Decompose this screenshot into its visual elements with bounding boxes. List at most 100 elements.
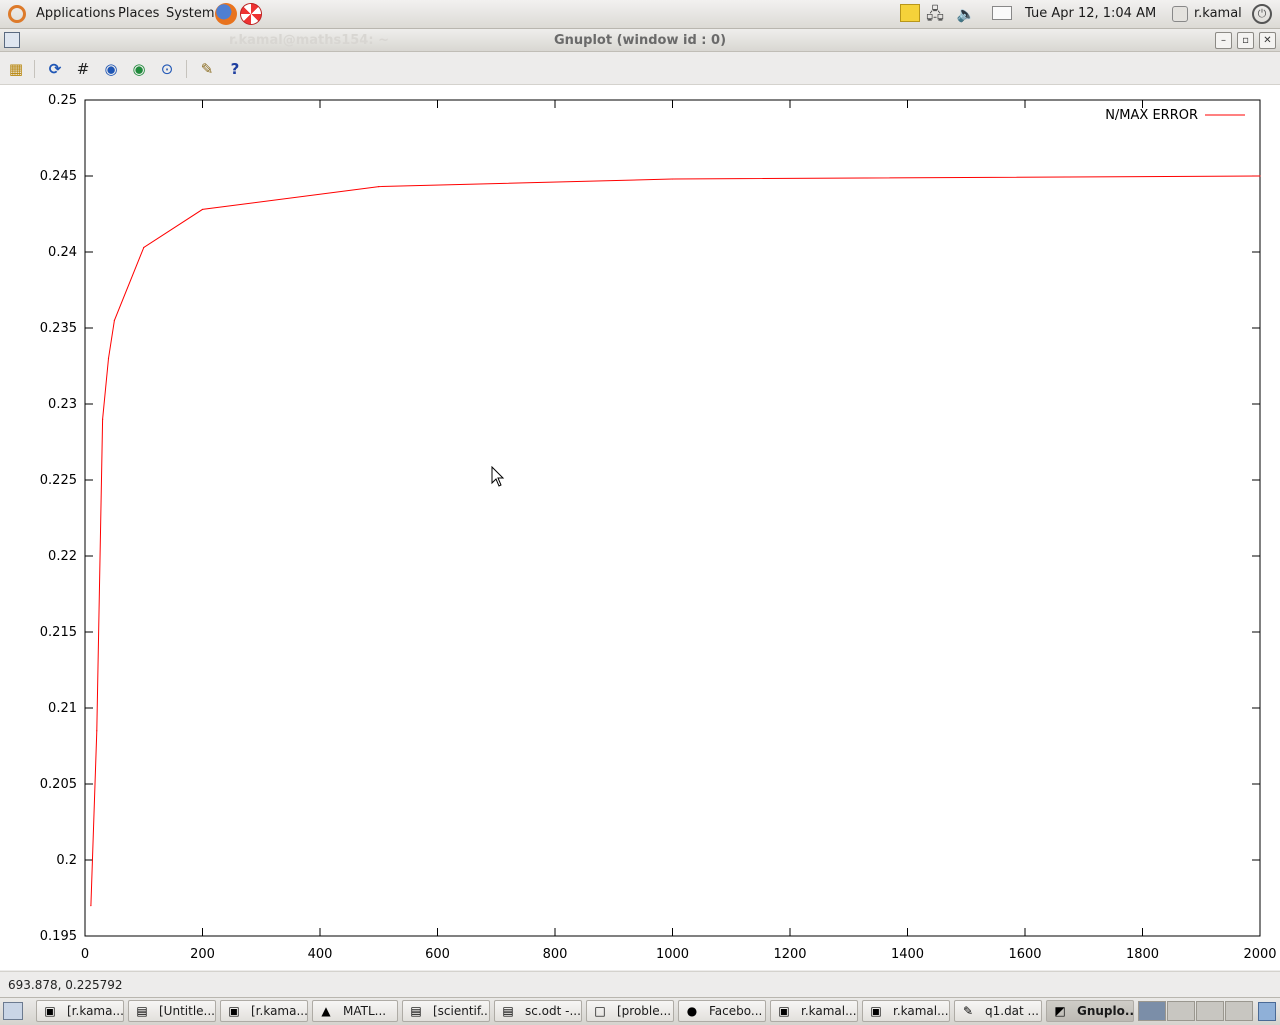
volume-icon[interactable]: 🔈: [956, 4, 976, 24]
show-desktop-icon[interactable]: [3, 1002, 23, 1020]
close-button[interactable]: ✕: [1259, 32, 1276, 49]
y-tick-label: 0.235: [40, 321, 77, 336]
window-title: Gnuplot (window id : 0): [553, 33, 727, 48]
data-point: [90, 905, 92, 907]
workspace-3[interactable]: [1196, 1001, 1224, 1021]
document-icon: ▤: [136, 1004, 148, 1018]
network-icon[interactable]: 🖧: [924, 3, 946, 25]
taskbar-button-label: Facebo...: [709, 1004, 763, 1018]
data-point: [1259, 175, 1261, 177]
plot-canvas[interactable]: 0.195 0.2 0.205 0.21 0.215 0.22 0.225 0.23 0.235…: [0, 85, 1280, 970]
taskbar-button[interactable]: ▤ [Untitle...: [128, 1000, 216, 1022]
taskbar-button[interactable]: ▣ [r.kama...: [220, 1000, 308, 1022]
mouse-coordinates: 693.878, 0.225792: [8, 978, 123, 992]
bottom-taskbar: ▣ [r.kama... ▤ [Untitle... ▣ [r.kama... ▲ MATL.…: [0, 997, 1280, 1025]
status-bar: 693.878, 0.225792: [0, 971, 1280, 997]
taskbar-button-label: [Untitle...: [159, 1004, 215, 1018]
clock[interactable]: Tue Apr 12, 1:04 AM: [1025, 6, 1156, 21]
x-tick-label: 1000: [656, 947, 689, 962]
replot-icon[interactable]: ⟳: [45, 59, 65, 79]
taskbar-button-label: r.kamal...: [801, 1004, 857, 1018]
taskbar-button[interactable]: ● Facebo...: [678, 1000, 766, 1022]
plot-border: [84, 99, 1261, 937]
user-name[interactable]: r.kamal: [1194, 6, 1242, 21]
zoom-previous-icon[interactable]: ◉: [101, 59, 121, 79]
top-panel: Applications Places System 🖧 🔈 Tue Apr 1…: [0, 0, 1280, 29]
gnuplot-icon: ◩: [1054, 1004, 1066, 1018]
x-tick-label: 400: [308, 947, 333, 962]
copy-to-clipboard-icon[interactable]: ▦: [6, 59, 26, 79]
places-menu[interactable]: Places: [118, 6, 159, 21]
x-tick-label: 1400: [891, 947, 924, 962]
power-icon[interactable]: ⏻: [1252, 4, 1272, 24]
y-tick-label: 0.245: [40, 169, 77, 184]
y-tick-label: 0.24: [48, 245, 77, 260]
x-tick-label: 600: [425, 947, 450, 962]
toolbar-separator: [34, 60, 35, 78]
taskbar-button[interactable]: □ [proble...: [586, 1000, 674, 1022]
blank-document-icon: □: [594, 1004, 606, 1018]
mail-icon[interactable]: [992, 6, 1012, 20]
taskbar-button-label: [r.kama...: [67, 1004, 124, 1018]
trash-icon[interactable]: [1258, 1002, 1276, 1021]
taskbar-button[interactable]: ▲ MATL...: [312, 1000, 398, 1022]
matlab-icon: ▲: [321, 1004, 331, 1018]
y-tick-label: 0.205: [40, 777, 77, 792]
workspace-2[interactable]: [1167, 1001, 1195, 1021]
toolbar-separator: [186, 60, 187, 78]
mouse-cursor-icon: [491, 466, 505, 487]
taskbar-button[interactable]: ◩ Gnuplo...: [1046, 1000, 1134, 1022]
taskbar-button[interactable]: ▣ r.kamal...: [770, 1000, 858, 1022]
taskbar-button-label: r.kamal...: [893, 1004, 949, 1018]
grid-icon[interactable]: #: [73, 59, 93, 79]
firefox-icon: ●: [686, 1004, 698, 1018]
system-menu[interactable]: System: [166, 6, 214, 21]
taskbar-button[interactable]: ▤ [scientif...: [402, 1000, 490, 1022]
help-icon[interactable]: ?: [225, 59, 245, 79]
data-point: [143, 246, 145, 249]
data-point: [102, 418, 104, 420]
terminal-icon: ▣: [778, 1004, 790, 1018]
taskbar-button-label: q1.dat ...: [985, 1004, 1039, 1018]
data-point: [378, 186, 380, 188]
y-tick-label: 0.195: [40, 929, 77, 944]
workspace-4[interactable]: [1225, 1001, 1253, 1021]
help-launcher-icon[interactable]: [240, 3, 262, 25]
data-point: [113, 319, 115, 321]
y-tick-label: 0.225: [40, 473, 77, 488]
y-tick-label: 0.2: [56, 853, 77, 868]
terminal-icon: ▣: [228, 1004, 240, 1018]
options-icon[interactable]: ✎: [197, 59, 217, 79]
legend-label: N/MAX ERROR: [1105, 108, 1198, 123]
y-tick-label: 0.23: [48, 397, 77, 412]
maximize-button[interactable]: ▫: [1237, 32, 1254, 49]
user-status-icon[interactable]: [1172, 6, 1188, 22]
y-tick-label: 0.22: [48, 549, 77, 564]
data-point: [201, 208, 204, 211]
y-tick-label: 0.25: [48, 93, 77, 108]
x-tick-label: 1200: [773, 947, 806, 962]
minimize-button[interactable]: –: [1215, 32, 1232, 49]
workspace-1[interactable]: [1138, 1001, 1166, 1021]
x-tick-label: 2000: [1243, 947, 1276, 962]
plot-svg[interactable]: 0.195 0.2 0.205 0.21 0.215 0.22 0.225 0.23 0.235…: [0, 85, 1280, 970]
window-titlebar[interactable]: r.kamal@maths154: ~ Gnuplot (window id :…: [0, 29, 1280, 52]
taskbar-button[interactable]: ▣ r.kamal...: [862, 1000, 950, 1022]
data-point: [96, 730, 98, 732]
terminal-icon: ▣: [44, 1004, 56, 1018]
data-series-line: [90, 175, 1261, 906]
y-tick-label: 0.21: [48, 701, 77, 716]
taskbar-button[interactable]: ✎ q1.dat ...: [954, 1000, 1042, 1022]
taskbar-button[interactable]: ▤ sc.odt -...: [494, 1000, 582, 1022]
applications-menu[interactable]: Applications: [36, 6, 115, 21]
unzoom-icon[interactable]: ⊙: [157, 59, 177, 79]
gnuplot-toolbar: ▦ ⟳ # ◉ ◉ ⊙ ✎ ?: [0, 52, 1280, 85]
ubuntu-logo-icon[interactable]: [8, 5, 26, 23]
notes-icon[interactable]: [900, 4, 920, 22]
document-icon: ▤: [410, 1004, 422, 1018]
data-point: [107, 357, 110, 359]
firefox-launcher-icon[interactable]: [215, 3, 237, 25]
x-tick-label: 1800: [1126, 947, 1159, 962]
taskbar-button[interactable]: ▣ [r.kama...: [36, 1000, 124, 1022]
zoom-next-icon[interactable]: ◉: [129, 59, 149, 79]
